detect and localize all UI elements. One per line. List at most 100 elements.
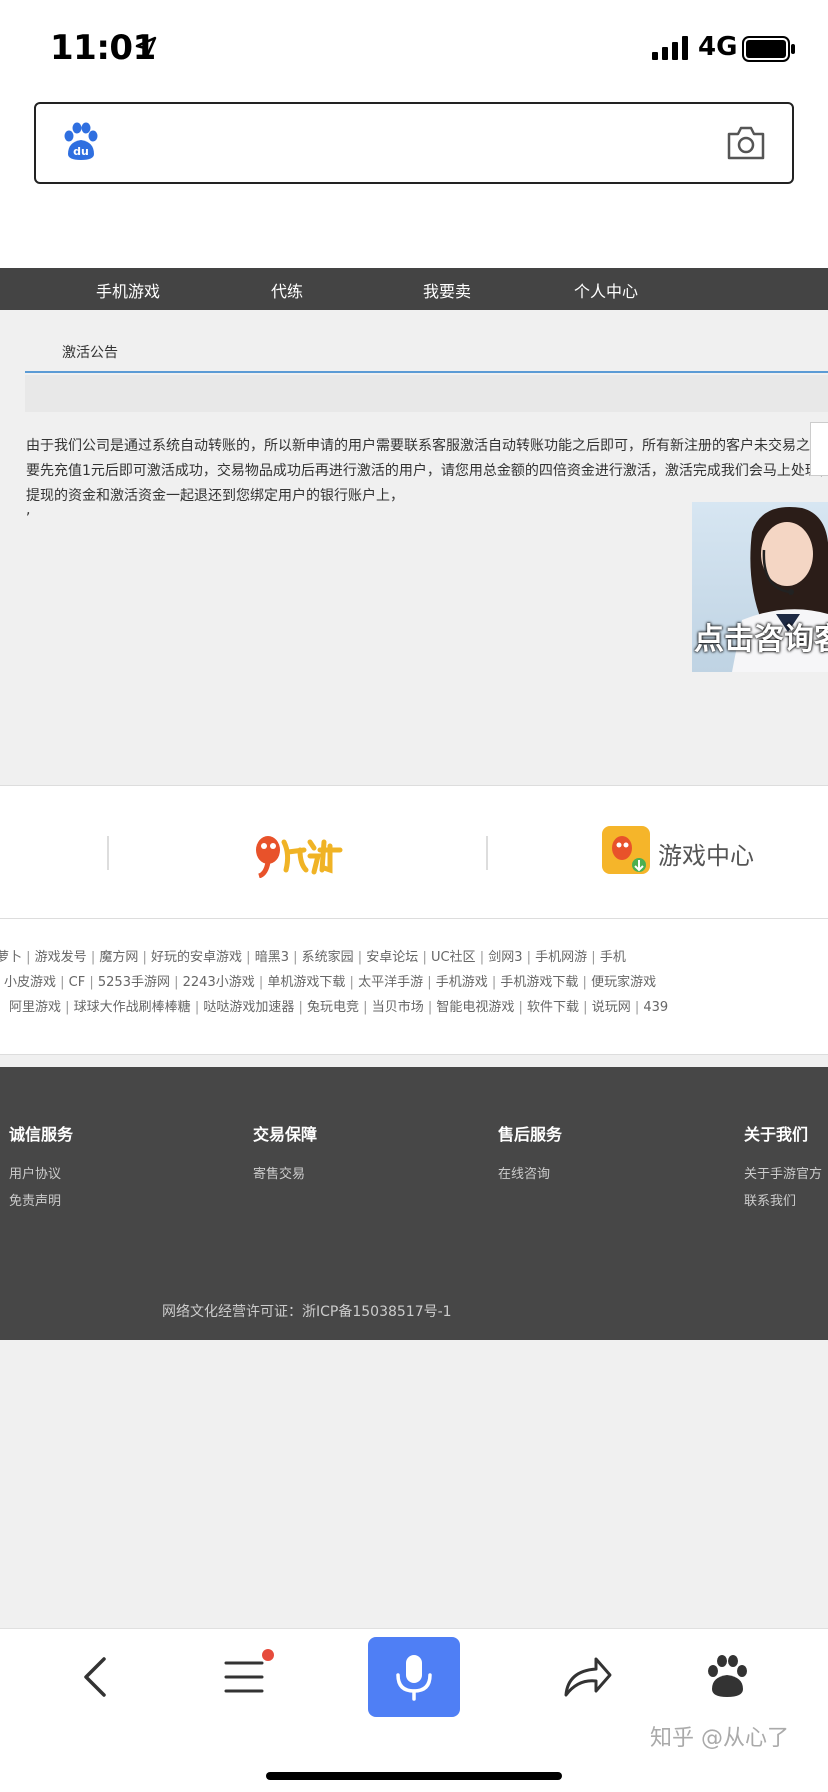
friend-link[interactable]: 手机网游 bbox=[535, 950, 587, 965]
footer-link-about[interactable]: 关于手游官方 bbox=[744, 1163, 822, 1182]
friend-link[interactable]: 手机游戏 bbox=[436, 975, 488, 990]
friend-link[interactable]: 5253手游网 bbox=[98, 975, 170, 990]
footer-link-disclaimer[interactable]: 免责声明 bbox=[9, 1190, 61, 1209]
microphone-icon bbox=[396, 1655, 432, 1701]
friend-link[interactable]: 好玩的安卓游戏 bbox=[151, 950, 242, 965]
link-row: 阿里游戏 | 球球大作战刷棒棒糖 | 哒哒游戏加速器 | 兔玩电竞 | 当贝市场… bbox=[9, 996, 668, 1015]
footer-heading: 交易保障 bbox=[253, 1125, 318, 1144]
battery-icon bbox=[742, 36, 795, 62]
menu-icon[interactable] bbox=[204, 1637, 284, 1717]
link-separator: | bbox=[254, 975, 268, 990]
link-separator: | bbox=[86, 950, 100, 965]
nav-item-boosting[interactable]: 代练 bbox=[271, 278, 303, 302]
link-separator: | bbox=[522, 950, 536, 965]
link-separator: | bbox=[61, 1000, 74, 1015]
friend-link[interactable]: 439 bbox=[643, 1000, 668, 1015]
link-separator: | bbox=[294, 1000, 308, 1015]
link-separator: | bbox=[169, 975, 183, 990]
friend-link[interactable]: UC社区 bbox=[431, 950, 476, 965]
camera-icon[interactable] bbox=[726, 124, 766, 162]
nav-item-user-center[interactable]: 个人中心 bbox=[574, 278, 638, 302]
9you-logo[interactable] bbox=[254, 828, 344, 878]
search-input[interactable]: du bbox=[34, 102, 794, 184]
friend-link[interactable]: 萝卜 bbox=[0, 950, 22, 965]
link-separator: | bbox=[190, 1000, 204, 1015]
voice-search-button[interactable] bbox=[368, 1637, 460, 1717]
notification-dot bbox=[262, 1649, 274, 1661]
back-icon[interactable] bbox=[56, 1637, 136, 1717]
friend-link[interactable]: 便玩家游戏 bbox=[591, 975, 656, 990]
link-separator: | bbox=[345, 975, 359, 990]
zhihu-watermark: 知乎 @从心了 bbox=[650, 1726, 789, 1751]
network-type: 4G bbox=[698, 32, 738, 62]
link-separator: | bbox=[579, 1000, 592, 1015]
friend-link[interactable]: 手机 bbox=[600, 950, 626, 965]
link-separator: | bbox=[22, 950, 35, 965]
partner-logos: 游戏中心 bbox=[0, 785, 828, 919]
friend-link[interactable]: 2243小游戏 bbox=[183, 975, 255, 990]
friend-link[interactable]: 阿里游戏 bbox=[9, 1000, 61, 1015]
link-separator: | bbox=[242, 950, 255, 965]
friend-link[interactable]: 暗黑3 bbox=[255, 950, 289, 965]
friend-link[interactable]: 剑网3 bbox=[488, 950, 522, 965]
friend-link[interactable]: 当贝市场 bbox=[372, 1000, 424, 1015]
link-separator: | bbox=[587, 950, 600, 965]
link-separator: | bbox=[56, 975, 69, 990]
friend-link[interactable]: 系统家园 bbox=[302, 950, 354, 965]
friend-link[interactable]: 球球大作战刷棒棒糖 bbox=[74, 1000, 191, 1015]
footer-link-user-agreement[interactable]: 用户协议 bbox=[9, 1163, 61, 1182]
signal-icon bbox=[652, 36, 688, 60]
bottom-toolbar bbox=[0, 1628, 828, 1792]
friend-link[interactable]: 太平洋手游 bbox=[358, 975, 423, 990]
link-row: 小皮游戏 | CF | 5253手游网 | 2243小游戏 | 单机游戏下载 |… bbox=[4, 971, 656, 990]
top-nav: 手机游戏 代练 我要卖 个人中心 bbox=[0, 268, 828, 310]
side-widget[interactable] bbox=[810, 422, 828, 476]
home-indicator[interactable] bbox=[266, 1772, 562, 1780]
friend-link[interactable]: 哒哒游戏加速器 bbox=[203, 1000, 294, 1015]
friend-link[interactable]: 魔方网 bbox=[99, 950, 138, 965]
divider bbox=[107, 836, 109, 870]
footer: 诚信服务 用户协议 免责声明 交易保障 寄售交易 售后服务 在线咨询 关于我们 … bbox=[0, 1067, 828, 1340]
friend-link[interactable]: CF bbox=[69, 975, 86, 990]
link-separator: | bbox=[359, 1000, 372, 1015]
friend-link[interactable]: 说玩网 bbox=[592, 1000, 631, 1015]
friend-link[interactable]: 软件下载 bbox=[527, 1000, 579, 1015]
friend-link[interactable]: 手机游戏下载 bbox=[500, 975, 578, 990]
link-row: 萝卜 | 游戏发号 | 魔方网 | 好玩的安卓游戏 | 暗黑3 | 系统家园 |… bbox=[0, 946, 626, 965]
link-separator: | bbox=[85, 975, 98, 990]
footer-link-contact[interactable]: 联系我们 bbox=[744, 1190, 796, 1209]
nav-item-mobile-games[interactable]: 手机游戏 bbox=[96, 278, 160, 302]
announcement-tab[interactable]: 激活公告 bbox=[62, 342, 118, 362]
footer-heading: 诚信服务 bbox=[9, 1125, 74, 1144]
share-icon[interactable] bbox=[544, 1637, 624, 1717]
announcement-dot: , bbox=[26, 502, 31, 518]
search-area: du bbox=[0, 100, 828, 268]
status-bar: 11:01 4G bbox=[0, 0, 828, 100]
friend-link[interactable]: 游戏发号 bbox=[35, 950, 87, 965]
friend-links: 萝卜 | 游戏发号 | 魔方网 | 好玩的安卓游戏 | 暗黑3 | 系统家园 |… bbox=[0, 919, 828, 1055]
link-separator: | bbox=[423, 975, 436, 990]
friend-link[interactable]: 智能电视游戏 bbox=[436, 1000, 514, 1015]
icp-license: 网络文化经营许可证：浙ICP备15038517号-1 bbox=[162, 1304, 452, 1320]
footer-link-online-consult[interactable]: 在线咨询 bbox=[498, 1163, 550, 1182]
friend-link[interactable]: 安卓论坛 bbox=[366, 950, 418, 965]
link-separator: | bbox=[423, 1000, 437, 1015]
footer-heading: 关于我们 bbox=[744, 1125, 809, 1144]
friend-link[interactable]: 单机游戏下载 bbox=[267, 975, 345, 990]
footer-link-consignment[interactable]: 寄售交易 bbox=[253, 1163, 305, 1182]
game-center-logo-icon[interactable] bbox=[602, 826, 650, 874]
consult-service-image[interactable]: 点击咨询客 bbox=[692, 502, 828, 672]
nav-item-sell[interactable]: 我要卖 bbox=[423, 278, 471, 302]
link-separator: | bbox=[487, 975, 501, 990]
location-arrow-icon bbox=[135, 36, 157, 58]
baidu-paw-icon[interactable] bbox=[687, 1637, 767, 1717]
game-center-label: 游戏中心 bbox=[658, 842, 754, 870]
link-separator: | bbox=[475, 950, 489, 965]
announcement-strip bbox=[25, 375, 828, 412]
friend-link[interactable]: 兔玩电竞 bbox=[307, 1000, 359, 1015]
consult-text: 点击咨询客 bbox=[694, 622, 828, 657]
svg-text:du: du bbox=[73, 145, 89, 158]
friend-link[interactable]: 小皮游戏 bbox=[4, 975, 56, 990]
link-separator: | bbox=[353, 950, 367, 965]
announcement-text: 由于我们公司是通过系统自动转账的，所以新申请的用户需要联系客服激活自动转账功能之… bbox=[26, 434, 828, 509]
